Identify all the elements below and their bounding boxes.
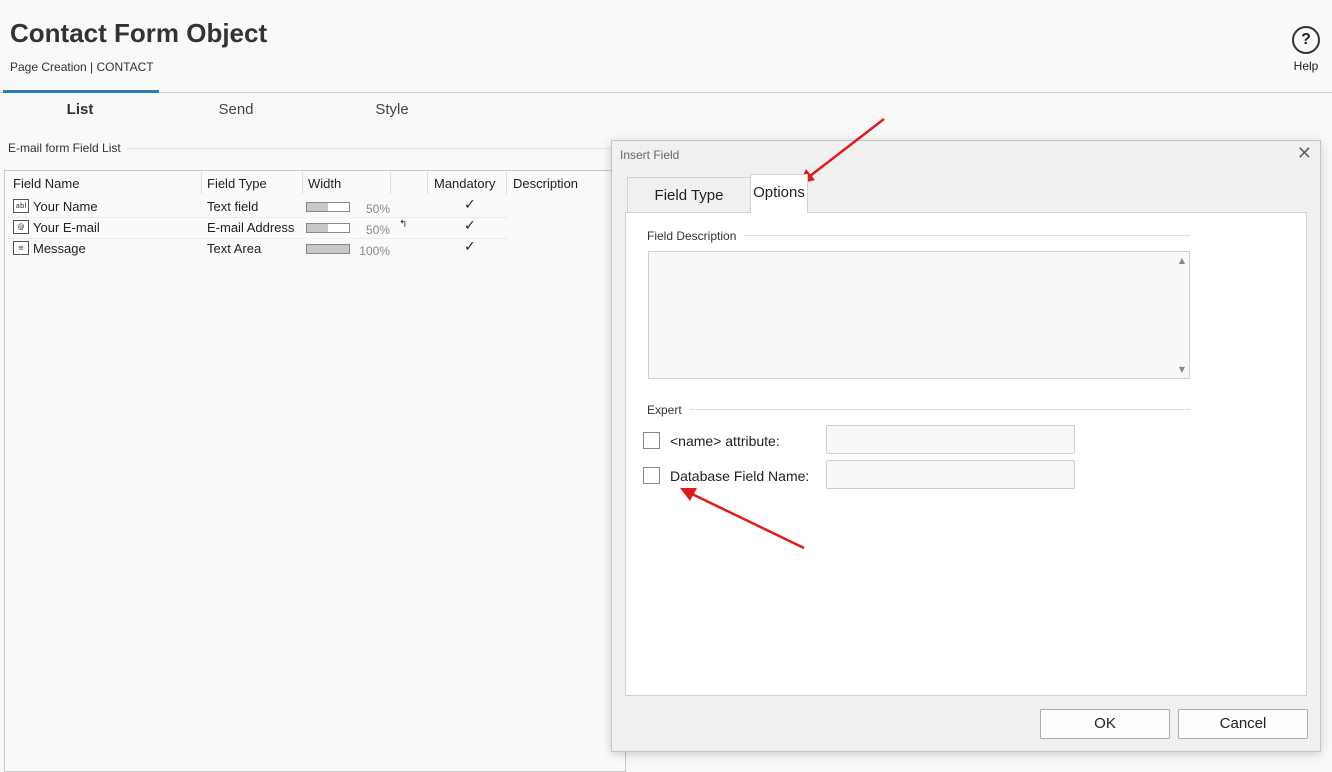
field-list-table[interactable] <box>4 170 626 772</box>
field-list-group-label: E-mail form Field List <box>8 141 127 155</box>
width-bar <box>306 223 350 233</box>
column-header-field-name[interactable]: Field Name <box>13 176 79 191</box>
help-label: Help <box>1293 59 1319 73</box>
cancel-button[interactable]: Cancel <box>1178 709 1308 739</box>
ok-button[interactable]: OK <box>1040 709 1170 739</box>
line-break-icon: ↰ <box>399 219 408 230</box>
database-field-label: Database Field Name: <box>670 468 810 484</box>
field-name: Your E-mail <box>33 220 100 235</box>
header-divider <box>0 92 1332 93</box>
column-header-mandatory[interactable]: Mandatory <box>434 176 495 191</box>
field-description-textarea[interactable]: ▲ ▼ <box>648 251 1190 379</box>
database-field-checkbox[interactable] <box>643 467 660 484</box>
tab-field-type[interactable]: Field Type <box>627 177 751 213</box>
tab-style[interactable]: Style <box>342 101 442 118</box>
database-field-input[interactable] <box>826 460 1075 489</box>
options-panel: Field Description ▲ ▼ Expert <name> attr… <box>625 212 1307 696</box>
width-percent: 50% <box>365 223 390 237</box>
breadcrumb: Page Creation | CONTACT <box>10 60 154 74</box>
column-header-description[interactable]: Description <box>513 176 578 191</box>
column-separator <box>390 172 391 194</box>
field-description-label: Field Description <box>647 229 745 243</box>
column-separator <box>506 172 507 194</box>
column-separator <box>302 172 303 194</box>
scroll-up-icon[interactable]: ▲ <box>1179 256 1185 265</box>
expert-label: Expert <box>647 403 690 417</box>
active-tab-indicator <box>3 90 159 93</box>
field-type: Text Area <box>207 241 262 256</box>
tab-send[interactable]: Send <box>186 101 286 118</box>
width-percent: 50% <box>365 202 390 216</box>
column-separator <box>201 172 202 194</box>
page-title: Contact Form Object <box>10 18 268 48</box>
field-type: Text field <box>207 199 259 214</box>
field-type: E-mail Address <box>207 220 295 235</box>
name-attribute-input[interactable] <box>826 425 1075 454</box>
insert-field-dialog: Insert Field ✕ Field Type Options Field … <box>611 140 1321 752</box>
email-field-icon: @ <box>13 220 29 234</box>
section-divider <box>648 409 1190 410</box>
text-area-icon: ≡ <box>13 241 29 255</box>
text-field-icon: abl <box>13 199 29 213</box>
tab-list[interactable]: List <box>30 101 130 118</box>
tab-options[interactable]: Options <box>750 174 808 213</box>
dialog-title: Insert Field <box>620 148 680 162</box>
mandatory-check-icon: ✓ <box>464 197 476 213</box>
field-name: Your Name <box>33 199 98 214</box>
width-bar <box>306 202 350 212</box>
scroll-down-icon[interactable]: ▼ <box>1179 365 1185 374</box>
column-header-width[interactable]: Width <box>308 176 341 191</box>
name-attribute-label: <name> attribute: <box>670 433 780 449</box>
help-icon: ? <box>1292 26 1320 54</box>
mandatory-check-icon: ✓ <box>464 218 476 234</box>
close-icon[interactable]: ✕ <box>1297 143 1312 164</box>
table-row[interactable]: ≡ Message Text Area 100% ✓ <box>8 238 508 259</box>
mandatory-check-icon: ✓ <box>464 239 476 255</box>
width-bar <box>306 244 350 254</box>
column-separator <box>427 172 428 194</box>
column-header-field-type[interactable]: Field Type <box>207 176 267 191</box>
name-attribute-checkbox[interactable] <box>643 432 660 449</box>
width-percent: 100% <box>359 244 390 258</box>
help-button[interactable]: ? Help <box>1286 26 1326 73</box>
field-name: Message <box>33 241 86 256</box>
table-row[interactable]: @ Your E-mail E-mail Address 50% ↰ ✓ <box>8 217 508 239</box>
table-row[interactable]: abl Your Name Text field 50% ✓ <box>8 196 508 218</box>
